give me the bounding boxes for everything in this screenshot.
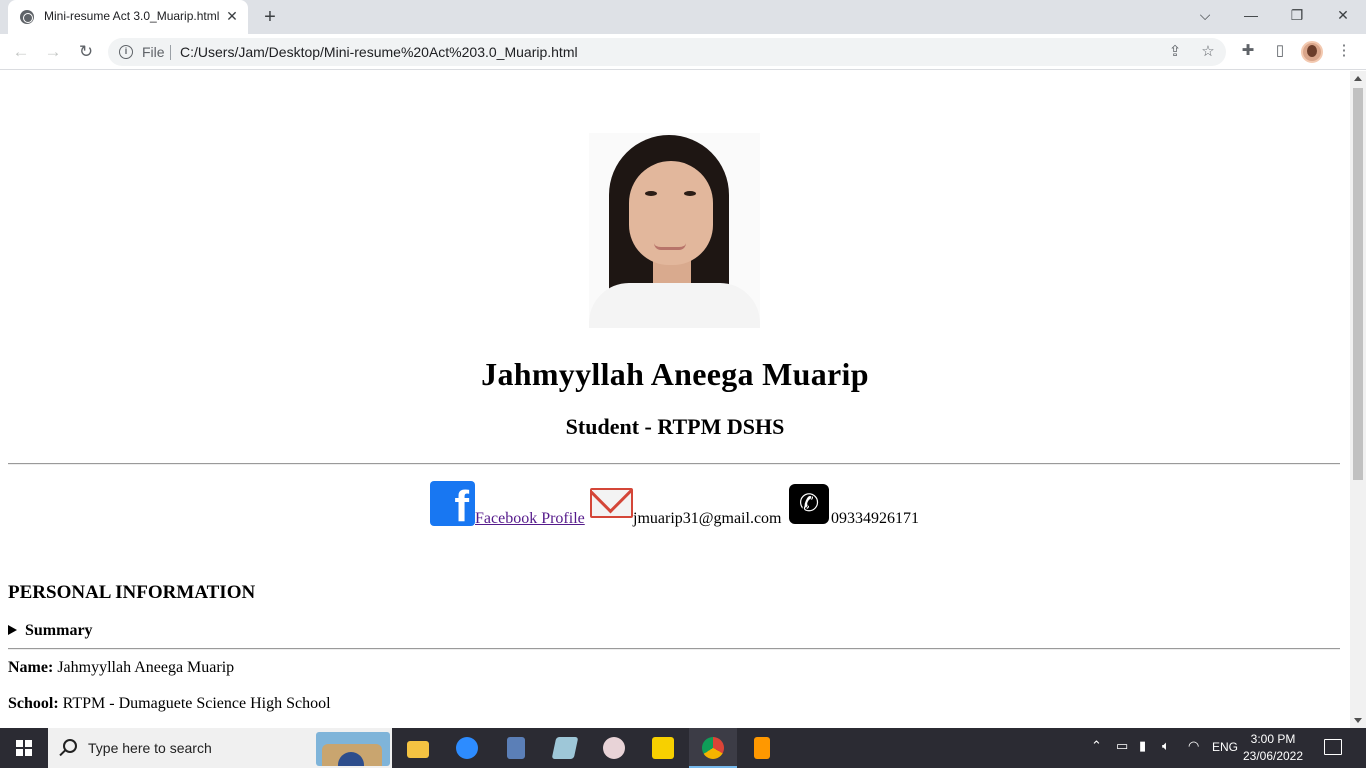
back-button[interactable]: ←	[8, 39, 34, 65]
minimize-button[interactable]: —	[1228, 0, 1274, 32]
sticky-notes-app[interactable]	[639, 728, 687, 768]
scroll-down-arrow-icon[interactable]	[1354, 718, 1362, 723]
file-explorer-app[interactable]	[394, 728, 442, 768]
summary-label: Summary	[25, 622, 93, 639]
battery-icon[interactable]: ▮	[1139, 738, 1146, 754]
folder-icon	[407, 741, 429, 758]
language-indicator[interactable]: ENG	[1212, 740, 1238, 754]
sublime-text-app[interactable]	[738, 728, 786, 768]
profile-photo	[589, 133, 760, 328]
browser-tab[interactable]: Mini-resume Act 3.0_Muarip.html ✕	[8, 0, 248, 34]
search-placeholder: Type here to search	[88, 740, 212, 756]
restore-button[interactable]: ❐	[1274, 0, 1320, 32]
scroll-up-arrow-icon[interactable]	[1354, 76, 1362, 81]
photo-eye-right	[684, 191, 696, 196]
menu-kebab-icon[interactable]: ⋮	[1333, 40, 1355, 62]
horizontal-rule	[8, 648, 1340, 650]
disclosure-triangle-icon	[8, 625, 17, 635]
field-label: Name:	[8, 659, 54, 676]
tab-search-button[interactable]: ⌵	[1182, 0, 1228, 32]
address-bar[interactable]: i File C:/Users/Jam/Desktop/Mini-resume%…	[108, 38, 1226, 66]
chrome-icon	[702, 737, 724, 759]
extensions-icon[interactable]: ✚	[1237, 40, 1259, 62]
resume-subtitle: Student - RTPM DSHS	[565, 414, 785, 439]
tab-close-button[interactable]: ✕	[223, 7, 241, 25]
browser-toolbar: ← → ↻ i File C:/Users/Jam/Desktop/Mini-r…	[0, 34, 1366, 70]
tab-title: Mini-resume Act 3.0_Muarip.html	[44, 9, 219, 23]
meet-now-icon[interactable]: ▭	[1116, 738, 1128, 754]
zoom-icon	[456, 737, 478, 759]
bookmark-star-icon[interactable]: ☆	[1197, 41, 1219, 63]
notes-app[interactable]	[541, 728, 589, 768]
reload-button[interactable]: ↻	[73, 39, 99, 65]
vertical-scrollbar[interactable]	[1350, 71, 1366, 728]
taskbar-search-box[interactable]: Type here to search	[48, 728, 392, 768]
windows-taskbar: Type here to search ⌃ ▭ ▮ 🔈︎ ◠ ENG 3:00 …	[0, 728, 1366, 768]
close-window-button[interactable]: ✕	[1320, 0, 1366, 32]
side-panel-icon[interactable]: ▯	[1269, 40, 1291, 62]
field-name: Name: Jahmyyllah Aneega Muarip	[8, 659, 234, 677]
paint-palette-icon	[603, 737, 625, 759]
gmail-icon	[590, 488, 633, 518]
chrome-app[interactable]	[689, 728, 737, 768]
notebook-icon	[551, 737, 579, 759]
field-value: Jahmyyllah Aneega Muarip	[57, 659, 235, 676]
summary-toggle[interactable]: Summary	[8, 622, 93, 640]
new-tab-button[interactable]: +	[258, 6, 282, 28]
scroll-thumb[interactable]	[1353, 88, 1363, 480]
windows-logo-icon	[16, 740, 32, 756]
clock-time: 3:00 PM	[1250, 732, 1296, 746]
globe-icon	[20, 10, 34, 24]
search-highlight-image[interactable]	[316, 732, 390, 766]
calculator-app[interactable]	[492, 728, 540, 768]
resume-name-heading: Jahmyyllah Aneega Muarip	[481, 356, 869, 392]
facebook-profile-link[interactable]: Facebook Profile	[475, 510, 585, 528]
show-hidden-icons-button[interactable]: ⌃	[1091, 738, 1102, 754]
field-value: RTPM - Dumaguete Science High School	[62, 695, 331, 712]
url-text[interactable]: C:/Users/Jam/Desktop/Mini-resume%20Act%2…	[180, 44, 578, 60]
divider	[170, 45, 171, 60]
search-icon	[63, 739, 77, 753]
browser-tab-strip: Mini-resume Act 3.0_Muarip.html ✕ + ⌵ — …	[0, 0, 1366, 34]
section-title-personal-info: PERSONAL INFORMATION	[8, 582, 256, 603]
phone-icon: ✆	[789, 484, 829, 524]
sublime-text-icon	[754, 737, 770, 759]
phone-text: 09334926171	[831, 510, 919, 527]
forward-button[interactable]: →	[40, 39, 66, 65]
share-icon[interactable]: ⇪	[1164, 41, 1186, 63]
taskbar-clock[interactable]: 3:00 PM 23/06/2022	[1240, 731, 1306, 765]
file-scheme-label: File	[142, 44, 165, 60]
notification-center-icon[interactable]	[1324, 739, 1342, 755]
photo-mouth	[654, 243, 686, 250]
volume-icon[interactable]: 🔈︎	[1162, 738, 1170, 754]
photo-eye-left	[645, 191, 657, 196]
photo-shirt	[589, 283, 760, 328]
page-content: Jahmyyllah Aneega Muarip Student - RTPM …	[0, 71, 1350, 728]
start-button[interactable]	[0, 728, 48, 768]
clock-date: 23/06/2022	[1242, 749, 1304, 763]
facebook-icon[interactable]: f	[430, 481, 475, 526]
calculator-icon	[507, 737, 525, 759]
horizontal-rule	[8, 463, 1340, 465]
email-text: jmuarip31@gmail.com	[633, 510, 782, 527]
info-icon[interactable]: i	[119, 45, 133, 59]
field-label: School:	[8, 695, 59, 712]
profile-avatar[interactable]	[1301, 41, 1323, 63]
paint-app[interactable]	[590, 728, 638, 768]
zoom-app[interactable]	[443, 728, 491, 768]
wifi-icon[interactable]: ◠	[1188, 738, 1199, 754]
sticky-note-icon	[652, 737, 674, 759]
field-school: School: RTPM - Dumaguete Science High Sc…	[8, 695, 331, 713]
